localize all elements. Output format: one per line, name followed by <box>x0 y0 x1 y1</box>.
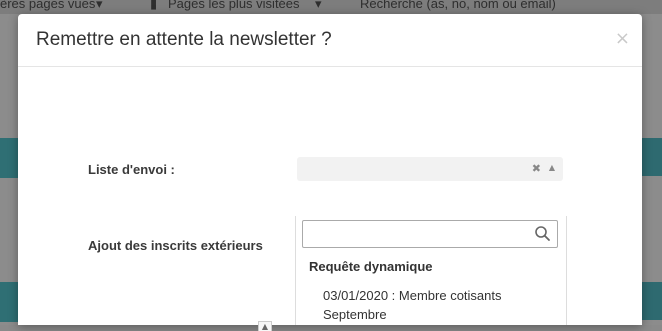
background-navbar: ères pages vues ▾ ▮ Pages les plus visit… <box>0 0 662 14</box>
background-nav-item-icon: ▮ <box>150 0 158 11</box>
background-search-input: Recherche (as, no, nom ou email) <box>360 0 556 11</box>
search-icon <box>535 226 550 241</box>
background-nav-dropdown-icon: ▾ <box>315 0 322 11</box>
background-left-block <box>0 138 18 178</box>
background-nav-item: ères pages vues <box>0 0 96 11</box>
background-left-panel <box>0 14 18 325</box>
option-group-label: Requête dynamique <box>309 259 433 274</box>
chevron-up-icon[interactable]: ▲ <box>549 163 555 172</box>
modal-title: Remettre en attente la newsletter ? <box>36 29 332 50</box>
mailing-list-select[interactable]: ✖ ▲ <box>297 157 563 181</box>
close-icon[interactable]: × <box>615 30 630 48</box>
background-nav-item: Pages les plus visitées <box>168 0 300 11</box>
background-left-block <box>0 282 18 322</box>
background-button[interactable]: ▲ <box>258 321 272 331</box>
dropdown-option[interactable]: 03/01/2020 : Membre cotisants Septembre <box>323 286 553 324</box>
background-right-panel <box>642 14 662 325</box>
external-subscribers-label: Ajout des inscrits extérieurs <box>88 238 263 253</box>
newsletter-requeue-modal: Remettre en attente la newsletter ? × Li… <box>18 14 642 331</box>
clear-selection-icon[interactable]: ✖ <box>532 162 541 175</box>
mailing-list-label: Liste d'envoi : <box>88 162 175 177</box>
background-nav-dropdown-icon: ▾ <box>96 0 103 11</box>
modal-header: Remettre en attente la newsletter ? × <box>18 14 642 67</box>
dropdown-search-input[interactable] <box>302 220 558 248</box>
mailing-list-dropdown: Requête dynamique 03/01/2020 : Membre co… <box>295 216 567 325</box>
background-right-block <box>642 138 662 176</box>
background-right-block <box>642 282 662 320</box>
